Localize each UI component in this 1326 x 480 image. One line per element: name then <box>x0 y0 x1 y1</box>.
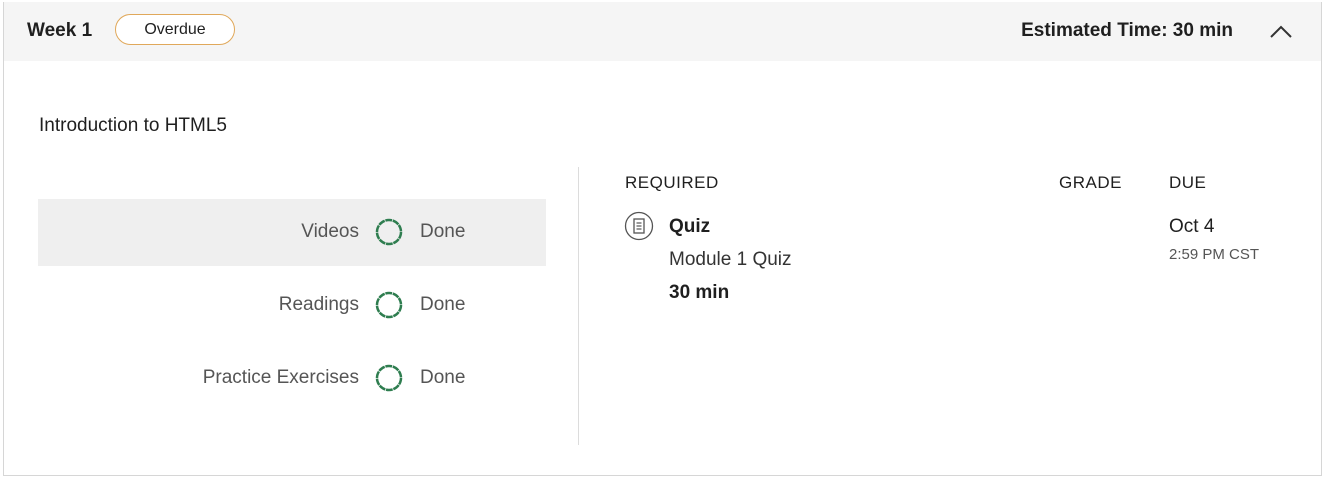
grade-column-header: GRADE <box>1059 173 1122 192</box>
quiz-document-icon <box>624 211 654 241</box>
progress-row-videos[interactable]: Videos Done <box>38 199 546 266</box>
progress-status: Done <box>420 221 466 242</box>
required-column-header: REQUIRED <box>625 173 719 192</box>
collapse-button[interactable] <box>1267 18 1295 46</box>
week-header[interactable]: Week 1 Overdue Estimated Time: 30 min <box>4 2 1321 61</box>
item-type: Quiz <box>669 216 711 237</box>
item-duration: 30 min <box>669 282 730 303</box>
progress-row-readings[interactable]: Readings Done <box>38 272 546 339</box>
progress-ring-icon <box>375 364 403 392</box>
chevron-up-icon <box>1270 25 1292 38</box>
due-column-header: DUE <box>1169 173 1207 192</box>
progress-ring-icon <box>375 291 403 319</box>
progress-ring-icon <box>375 218 403 246</box>
due-date: Oct 4 <box>1169 216 1215 237</box>
estimated-time: Estimated Time: 30 min <box>1021 20 1233 41</box>
due-time: 2:59 PM CST <box>1169 246 1260 263</box>
progress-label: Readings <box>278 294 359 315</box>
column-divider <box>578 167 579 445</box>
quiz-link[interactable]: Module 1 Quiz <box>669 249 792 271</box>
overdue-badge: Overdue <box>115 14 235 45</box>
week-label: Week 1 <box>27 20 93 41</box>
progress-row-practice-exercises[interactable]: Practice Exercises Done <box>38 345 546 412</box>
progress-status: Done <box>420 294 466 315</box>
progress-status: Done <box>420 367 466 388</box>
progress-label: Practice Exercises <box>202 367 359 388</box>
week-card: Week 1 Overdue Estimated Time: 30 min In… <box>3 2 1322 476</box>
module-title: Introduction to HTML5 <box>39 115 227 136</box>
progress-label: Videos <box>301 221 359 242</box>
